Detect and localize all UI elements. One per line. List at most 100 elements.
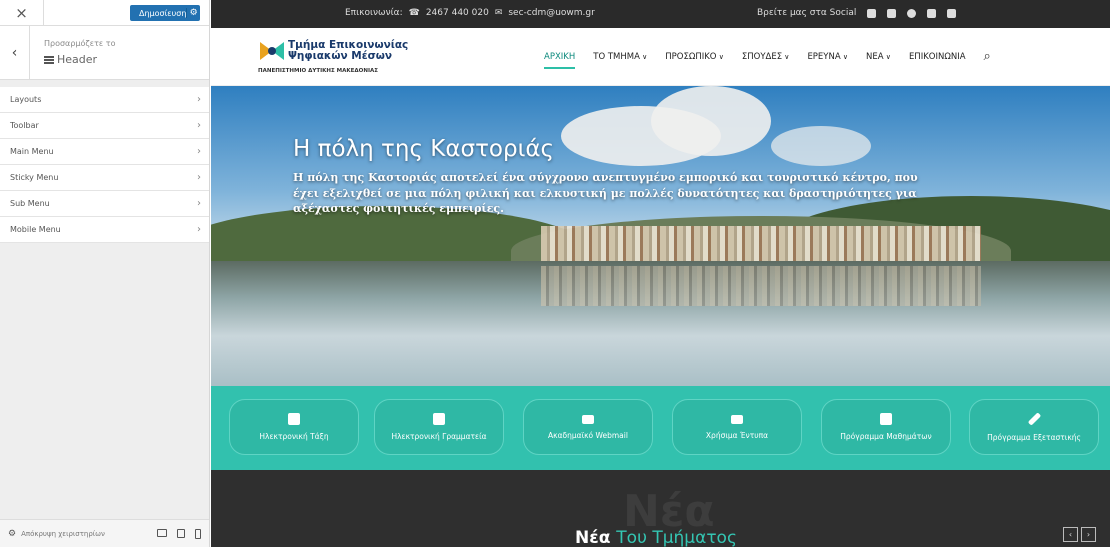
sidebar-item-label: Sub Menu — [10, 199, 50, 208]
secretary-icon — [433, 413, 445, 425]
news-carousel-controls: ‹ › — [1063, 527, 1096, 542]
hero-cloud — [651, 86, 771, 156]
envelope-icon — [582, 414, 594, 424]
sidebar-item-label: Layouts — [10, 95, 42, 104]
social-label: Βρείτε μας στα Social — [757, 8, 857, 18]
quick-link-label: Ηλεκτρονική Τάξη — [259, 432, 329, 441]
mail-icon: ✉ — [494, 8, 503, 18]
back-button[interactable]: ‹ — [0, 26, 30, 80]
chevron-right-icon: › — [1086, 530, 1091, 539]
news-title: Νέα Του Τμήματος — [575, 528, 737, 547]
nav-item-contact[interactable]: ΕΠΙΚΟΙΝΩΝΙΑ — [909, 52, 966, 62]
sidebar-item-label: Main Menu — [10, 147, 54, 156]
customizer-window: × Δημοσίευση ⚙ ‹ Προσαρμόζετε το Header … — [0, 0, 1110, 547]
site-preview: Επικοινωνία: ☎ 2467 440 020 ✉ sec-cdm@uo… — [211, 0, 1110, 547]
hide-controls-icon[interactable]: ⚙ — [8, 529, 16, 539]
quick-link-label: Χρήσιμα Έντυπα — [705, 430, 769, 440]
nav-item-studies[interactable]: ΣΠΟΥΔΕΣ — [742, 52, 790, 62]
sidebar-item-toolbar[interactable]: Toolbar › — [0, 113, 209, 139]
desktop-preview-icon[interactable] — [157, 528, 167, 537]
section-title: Header — [44, 53, 97, 66]
nav-item-home[interactable]: ΑΡΧΙΚΗ — [544, 52, 576, 69]
chevron-right-icon: › — [197, 224, 201, 235]
sidebar-footer: ⚙ Απόκρυψη χειριστηρίων — [0, 519, 209, 547]
section-header: ‹ Προσαρμόζετε το Header — [0, 26, 209, 80]
close-icon: × — [15, 4, 28, 22]
classroom-icon — [288, 413, 300, 425]
quick-link-webmail[interactable]: Ακαδημαϊκό Webmail — [523, 399, 653, 455]
nav-item-news[interactable]: ΝΕΑ — [866, 52, 891, 62]
mobile-preview-icon[interactable] — [195, 528, 201, 539]
calendar-icon — [880, 413, 892, 425]
quick-link-schedule[interactable]: Πρόγραμμα Μαθημάτων — [821, 399, 951, 455]
folder-icon — [731, 414, 743, 424]
sidebar-item-label: Sticky Menu — [10, 173, 59, 182]
news-section: Νέα Νέα Του Τμήματος ‹ › — [211, 470, 1110, 547]
youtube-icon[interactable] — [927, 8, 937, 18]
chevron-right-icon: › — [197, 120, 201, 131]
news-prev-button[interactable]: ‹ — [1063, 527, 1078, 542]
twitter-icon[interactable] — [887, 8, 897, 18]
main-navigation: ΑΡΧΙΚΗ ΤΟ ΤΜΗΜΑ ΠΡΟΣΩΠΙΚΟ ΣΠΟΥΔΕΣ ΕΡΕΥΝΑ… — [544, 49, 991, 69]
logo-mark-icon — [260, 42, 284, 60]
news-title-accent: Του Τμήματος — [616, 528, 737, 547]
news-title-main: Νέα — [575, 528, 611, 547]
publish-settings-gear-icon[interactable]: ⚙ — [186, 8, 200, 18]
quick-link-eclass[interactable]: Ηλεκτρονική Τάξη — [229, 399, 359, 455]
sidebar-item-layouts[interactable]: Layouts › — [0, 87, 209, 113]
hero-slider: Η πόλη της Καστοριάς Η πόλη της Καστοριά… — [211, 86, 1110, 386]
close-customizer-button[interactable]: × — [0, 0, 44, 26]
quick-link-secretariat[interactable]: Ηλεκτρονική Γραμματεία — [374, 399, 504, 455]
quick-link-exams[interactable]: Πρόγραμμα Εξεταστικής — [969, 399, 1099, 455]
quick-link-label: Ακαδημαϊκό Webmail — [548, 430, 628, 440]
phone-icon: ☎ — [408, 8, 420, 18]
nav-item-department[interactable]: ΤΟ ΤΜΗΜΑ — [593, 52, 647, 62]
hero-town — [541, 226, 981, 262]
pencil-icon — [1027, 412, 1041, 426]
chevron-left-icon: ‹ — [1068, 530, 1073, 539]
chevron-right-icon: › — [197, 146, 201, 157]
header-section-icon — [44, 55, 54, 64]
site-logo[interactable]: Τμήμα Επικοινωνίας Ψηφιακών Μέσων ΠΑΝΕΠΙ… — [258, 38, 426, 78]
news-next-button[interactable]: › — [1081, 527, 1096, 542]
sidebar-item-main-menu[interactable]: Main Menu › — [0, 139, 209, 165]
contact-info: Επικοινωνία: ☎ 2467 440 020 ✉ sec-cdm@uo… — [345, 8, 595, 18]
logo-line-2: Ψηφιακών Μέσων — [288, 50, 393, 62]
social-links: Βρείτε μας στα Social — [757, 8, 957, 18]
search-icon[interactable]: ⌕ — [984, 49, 991, 64]
mail-icon[interactable] — [947, 8, 957, 18]
customizer-sidebar: × Δημοσίευση ⚙ ‹ Προσαρμόζετε το Header … — [0, 0, 210, 547]
chevron-right-icon: › — [197, 198, 201, 209]
phone-number[interactable]: 2467 440 020 — [426, 8, 489, 18]
sidebar-item-mobile-menu[interactable]: Mobile Menu › — [0, 217, 209, 243]
hero-text: Η πόλη της Καστοριάς αποτελεί ένα σύγχρο… — [293, 171, 918, 215]
contact-label: Επικοινωνία: — [345, 8, 403, 18]
sidebar-item-label: Toolbar — [10, 121, 39, 130]
site-header: Τμήμα Επικοινωνίας Ψηφιακών Μέσων ΠΑΝΕΠΙ… — [211, 28, 1110, 86]
tablet-preview-icon[interactable] — [177, 528, 185, 538]
quick-links: Ηλεκτρονική Τάξη Ηλεκτρονική Γραμματεία … — [211, 386, 1110, 470]
hero-title: Η πόλη της Καστοριάς — [293, 136, 555, 162]
publish-button[interactable]: Δημοσίευση ⚙ — [130, 5, 200, 21]
chevron-right-icon: › — [197, 94, 201, 105]
logo-university: ΠΑΝΕΠΙΣΤΗΜΙΟ ΔΥΤΙΚΗΣ ΜΑΚΕΔΟΝΙΑΣ — [258, 68, 379, 74]
hero-cloud — [771, 126, 871, 166]
nav-item-staff[interactable]: ΠΡΟΣΩΠΙΚΟ — [665, 52, 724, 62]
nav-item-research[interactable]: ΕΡΕΥΝΑ — [807, 52, 848, 62]
device-preview-switcher — [157, 528, 201, 539]
chevron-right-icon: › — [197, 172, 201, 183]
section-title-text: Header — [57, 53, 98, 66]
quick-link-forms[interactable]: Χρήσιμα Έντυπα — [672, 399, 802, 455]
sidebar-item-sticky-menu[interactable]: Sticky Menu › — [0, 165, 209, 191]
quick-link-label: Ηλεκτρονική Γραμματεία — [391, 432, 487, 441]
hide-controls-button[interactable]: Απόκρυψη χειριστηρίων — [21, 530, 105, 538]
email-link[interactable]: sec-cdm@uowm.gr — [508, 8, 594, 18]
facebook-icon[interactable] — [867, 8, 877, 18]
quick-link-label: Πρόγραμμα Μαθημάτων — [840, 432, 932, 441]
sidebar-topbar: × Δημοσίευση ⚙ — [0, 0, 209, 26]
sidebar-item-sub-menu[interactable]: Sub Menu › — [0, 191, 209, 217]
sidebar-item-label: Mobile Menu — [10, 225, 61, 234]
chevron-left-icon: ‹ — [11, 45, 18, 61]
hero-reflection — [541, 266, 981, 306]
instagram-icon[interactable] — [907, 8, 917, 18]
